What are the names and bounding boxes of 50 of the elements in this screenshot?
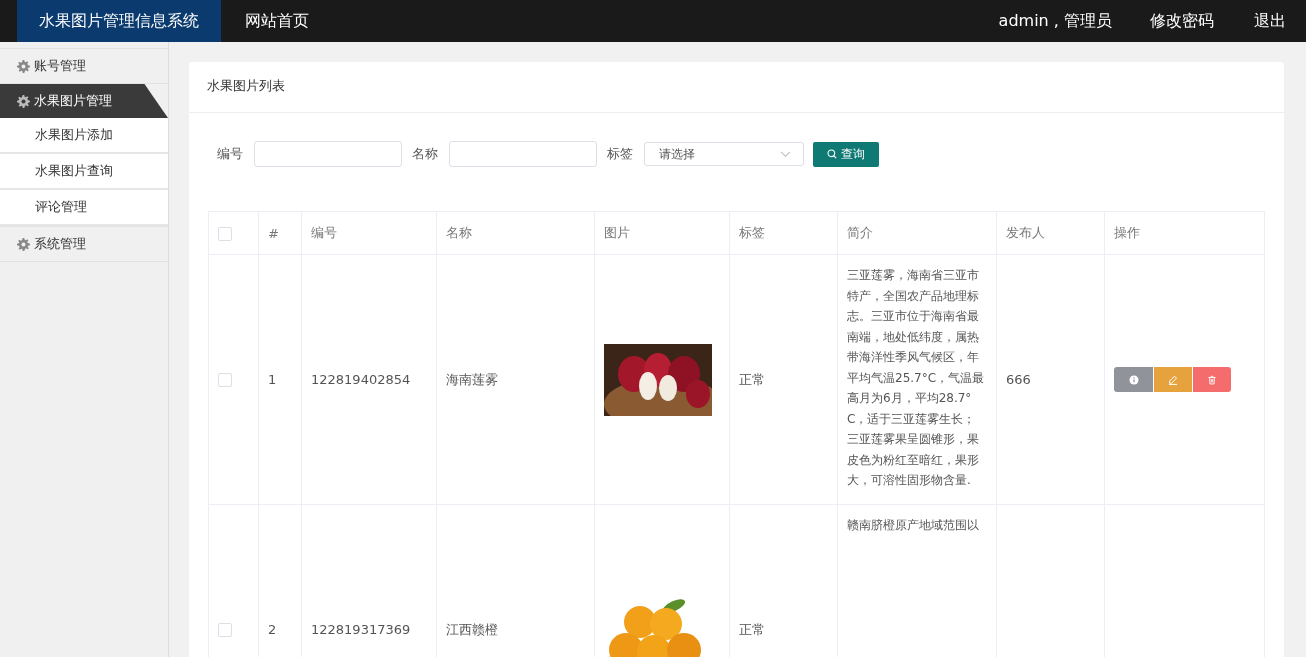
column-header: # — [258, 211, 302, 255]
nav-link[interactable]: 网站首页 — [221, 10, 333, 32]
delete-button[interactable] — [1192, 367, 1231, 392]
info-button[interactable] — [1114, 367, 1153, 392]
column-header: 简介 — [837, 211, 997, 255]
menu-item[interactable]: 水果图片查询 — [0, 154, 168, 190]
search-button[interactable]: 查询 — [813, 141, 879, 167]
row-checkbox[interactable] — [218, 373, 232, 388]
header-link[interactable]: 修改密码 — [1130, 10, 1234, 32]
table-cell: 666 — [996, 254, 1105, 505]
gear-icon — [17, 237, 30, 251]
menu-item[interactable]: 水果图片添加 — [0, 118, 168, 154]
info-icon — [1128, 374, 1139, 385]
select-field[interactable]: 请选择 — [644, 142, 804, 166]
edit-button[interactable] — [1153, 367, 1192, 392]
filter-label: 名称 — [412, 145, 438, 163]
chevron-down-icon — [780, 150, 791, 158]
header-link[interactable]: 退出 — [1234, 10, 1306, 32]
table-cell: 海南莲雾 — [436, 254, 595, 505]
menu-group[interactable]: 水果图片管理 — [0, 84, 168, 118]
filter-label: 编号 — [217, 145, 243, 163]
table-cell: 1 — [258, 254, 302, 505]
table-cell-text: 三亚莲雾，海南省三亚市特产，全国农产品地理标志。三亚市位于海南省最南端，地处低纬度，属热带海洋性季风气候区，年平均气温25.7°C，气温最高月为6月，平均28.7°C，适于三亚莲雾生长；三亚莲雾果呈圆锥形，果皮色为粉红至暗红，果形大，可溶性固形物含量. — [847, 267, 986, 489]
trash-icon — [1207, 374, 1217, 385]
column-header: 标签 — [729, 211, 838, 255]
user-label: admin , 管理员 — [997, 10, 1113, 32]
menu-item[interactable]: 评论管理 — [0, 190, 168, 226]
input-field[interactable] — [449, 141, 597, 167]
row-checkbox[interactable] — [218, 623, 232, 638]
search-icon — [827, 149, 837, 159]
input-field[interactable] — [254, 141, 402, 167]
select-all-checkbox[interactable] — [218, 226, 232, 241]
menu-group-label: 系统管理 — [34, 235, 86, 253]
column-header: 编号 — [301, 211, 437, 255]
panel-title: 水果图片列表 — [189, 62, 1284, 113]
column-header: 发布人 — [996, 211, 1105, 255]
table-cell: 正常 — [729, 254, 838, 505]
app-title: 水果图片管理信息系统 — [17, 0, 221, 42]
gear-icon — [17, 59, 30, 73]
column-header: 图片 — [594, 211, 730, 255]
menu-group-label: 账号管理 — [34, 57, 86, 75]
menu-group[interactable]: 系统管理 — [0, 226, 168, 262]
table-cell-text: 赣南脐橙原产地域范围以 — [847, 517, 980, 534]
gear-icon — [17, 94, 30, 108]
filter-label: 标签 — [607, 145, 633, 163]
column-header: 操作 — [1104, 211, 1265, 255]
table-cell: 122819402854 — [301, 254, 437, 505]
pencil-icon — [1168, 374, 1178, 385]
menu-group-label: 水果图片管理 — [34, 92, 112, 110]
column-header: 名称 — [436, 211, 595, 255]
